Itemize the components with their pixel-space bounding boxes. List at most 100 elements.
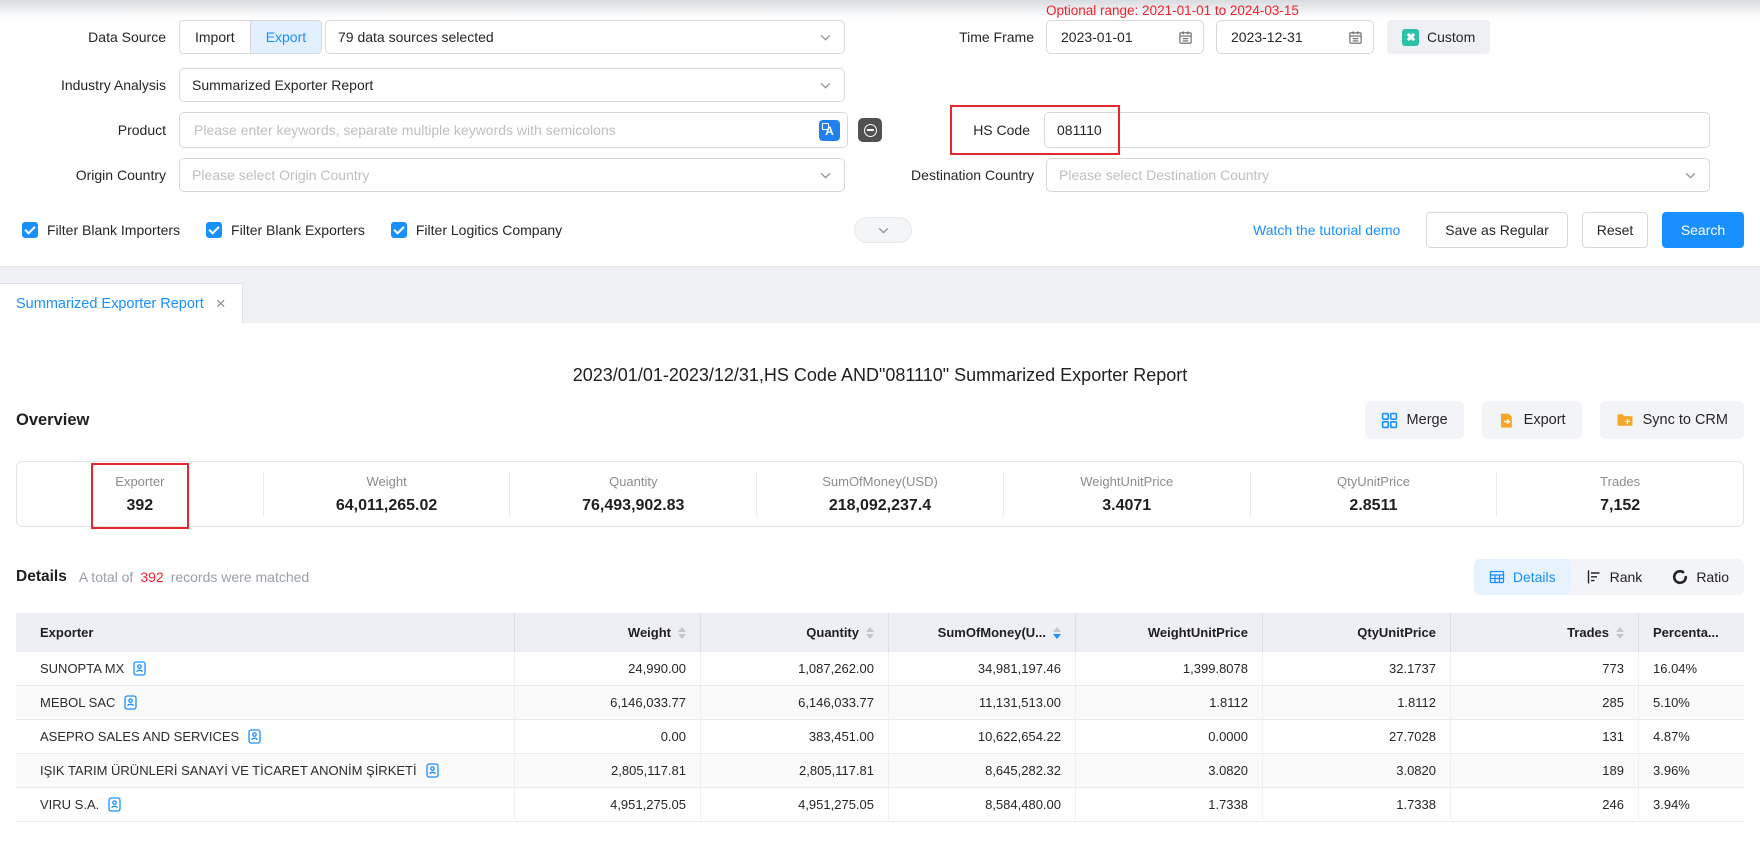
weight-cell: 24,990.00 bbox=[514, 652, 700, 685]
checkbox-filter-logitics-company[interactable]: Filter Logitics Company bbox=[391, 222, 562, 238]
time-frame-label: Time Frame bbox=[900, 20, 1034, 54]
end-date-value[interactable] bbox=[1229, 28, 1342, 46]
checkbox-label: Filter Logitics Company bbox=[416, 222, 562, 238]
column-header-quantity[interactable]: Quantity bbox=[700, 613, 888, 652]
column-header-weight[interactable]: Weight bbox=[514, 613, 700, 652]
overview-stats-card: Exporter 392 Weight 64,011,265.02 Quanti… bbox=[16, 461, 1744, 527]
view-ratio-button[interactable]: Ratio bbox=[1657, 559, 1744, 595]
column-header-trades[interactable]: Trades bbox=[1450, 613, 1638, 652]
tab-summarized-exporter-report[interactable]: Summarized Exporter Report × bbox=[0, 283, 243, 323]
expand-filters-button[interactable] bbox=[854, 217, 912, 243]
column-header-sum-of-money[interactable]: SumOfMoney(U... bbox=[888, 613, 1075, 652]
percentage-cell: 3.96% bbox=[1638, 754, 1744, 787]
data-sources-select[interactable]: 79 data sources selected bbox=[325, 20, 845, 54]
reset-button[interactable]: Reset bbox=[1582, 212, 1648, 248]
view-rank-button[interactable]: Rank bbox=[1571, 559, 1658, 595]
hs-code-label: HS Code bbox=[940, 112, 1030, 148]
match-summary-suffix: records were matched bbox=[171, 569, 310, 585]
import-toggle-button[interactable]: Import bbox=[180, 21, 250, 53]
sum-of-money-cell: 34,981,197.46 bbox=[888, 652, 1075, 685]
translate-icon[interactable]: A bbox=[819, 120, 840, 141]
exporter-cell: SUNOPTA MX bbox=[16, 652, 514, 685]
stat-label: Trades bbox=[1497, 474, 1743, 489]
quantity-cell: 2,805,117.81 bbox=[700, 754, 888, 787]
qty-unit-price-cell: 27.7028 bbox=[1262, 720, 1450, 753]
contact-card-icon[interactable] bbox=[248, 729, 261, 744]
destination-country-select[interactable]: Please select Destination Country bbox=[1046, 158, 1710, 192]
export-icon bbox=[1498, 412, 1515, 429]
table-row: ASEPRO SALES AND SERVICES 0.00 383,451.0… bbox=[16, 720, 1744, 754]
exporter-cell: ASEPRO SALES AND SERVICES bbox=[16, 720, 514, 753]
table-row: SUNOPTA MX 24,990.00 1,087,262.00 34,981… bbox=[16, 652, 1744, 686]
industry-analysis-value: Summarized Exporter Report bbox=[192, 77, 373, 93]
qty-unit-price-cell: 32.1737 bbox=[1262, 652, 1450, 685]
industry-analysis-label: Industry Analysis bbox=[0, 68, 166, 102]
weight-unit-price-cell: 1.7338 bbox=[1075, 788, 1262, 821]
industry-analysis-select[interactable]: Summarized Exporter Report bbox=[179, 68, 845, 102]
exporter-name-link[interactable]: MEBOL SAC bbox=[40, 695, 115, 710]
view-label: Rank bbox=[1610, 569, 1643, 585]
tutorial-demo-link[interactable]: Watch the tutorial demo bbox=[1253, 212, 1400, 248]
stat-trades: Trades 7,152 bbox=[1496, 472, 1743, 517]
overview-heading: Overview bbox=[16, 411, 89, 430]
sync-to-crm-button[interactable]: Sync to CRM bbox=[1600, 401, 1744, 439]
save-as-regular-button[interactable]: Save as Regular bbox=[1426, 212, 1568, 248]
product-input[interactable] bbox=[192, 121, 811, 139]
start-date-input[interactable] bbox=[1046, 20, 1204, 54]
stat-label: WeightUnitPrice bbox=[1004, 474, 1250, 489]
custom-range-button[interactable]: Custom bbox=[1387, 20, 1490, 54]
export-toggle-button[interactable]: Export bbox=[250, 21, 321, 53]
sort-icon[interactable] bbox=[678, 627, 686, 639]
percentage-cell: 4.87% bbox=[1638, 720, 1744, 753]
sort-icon[interactable] bbox=[866, 627, 874, 639]
end-date-input[interactable] bbox=[1216, 20, 1374, 54]
contact-card-icon[interactable] bbox=[108, 797, 121, 812]
weight-cell: 4,951,275.05 bbox=[514, 788, 700, 821]
hs-code-input[interactable] bbox=[1044, 112, 1710, 148]
merge-button[interactable]: Merge bbox=[1365, 401, 1464, 439]
top-gradient bbox=[0, 0, 1760, 18]
start-date-value[interactable] bbox=[1059, 28, 1172, 46]
match-count: 392 bbox=[140, 569, 163, 585]
chevron-down-icon bbox=[877, 224, 890, 237]
contact-card-icon[interactable] bbox=[133, 661, 146, 676]
qty-unit-price-cell: 1.7338 bbox=[1262, 788, 1450, 821]
chevron-down-icon bbox=[819, 169, 832, 182]
percentage-cell: 3.94% bbox=[1638, 788, 1744, 821]
search-button[interactable]: Search bbox=[1662, 212, 1744, 248]
exporter-name-link[interactable]: VIRU S.A. bbox=[40, 797, 99, 812]
export-label: Export bbox=[1524, 412, 1566, 428]
exporter-name-link[interactable]: ASEPRO SALES AND SERVICES bbox=[40, 729, 239, 744]
stat-label: Quantity bbox=[510, 474, 756, 489]
origin-country-select[interactable]: Please select Origin Country bbox=[179, 158, 845, 192]
checkbox-label: Filter Blank Importers bbox=[47, 222, 180, 238]
stat-sum-of-money: SumOfMoney(USD) 218,092,237.4 bbox=[756, 472, 1003, 517]
chevron-down-icon bbox=[819, 79, 832, 92]
quantity-cell: 6,146,033.77 bbox=[700, 686, 888, 719]
sort-icon[interactable] bbox=[1616, 627, 1624, 639]
close-icon[interactable]: × bbox=[216, 295, 226, 312]
contact-card-icon[interactable] bbox=[426, 763, 439, 778]
annotation-box-exporter-stat bbox=[91, 463, 189, 529]
origin-country-label: Origin Country bbox=[0, 158, 166, 192]
ratio-icon bbox=[1672, 569, 1688, 585]
exporter-name-link[interactable]: IŞIK TARIM ÜRÜNLERİ SANAYİ VE TİCARET AN… bbox=[40, 763, 417, 778]
checkbox-filter-blank-exporters[interactable]: Filter Blank Exporters bbox=[206, 222, 365, 238]
sort-icon-desc-active[interactable] bbox=[1053, 627, 1061, 639]
view-switcher: Details Rank Ratio bbox=[1474, 559, 1744, 595]
exporter-cell: MEBOL SAC bbox=[16, 686, 514, 719]
exclude-keywords-icon[interactable] bbox=[858, 118, 882, 142]
data-sources-value: 79 data sources selected bbox=[338, 29, 494, 45]
destination-country-placeholder: Please select Destination Country bbox=[1059, 167, 1269, 183]
export-button[interactable]: Export bbox=[1482, 401, 1582, 439]
stat-value: 64,011,265.02 bbox=[264, 497, 510, 515]
stat-weight: Weight 64,011,265.02 bbox=[263, 472, 510, 517]
stat-value: 2.8511 bbox=[1251, 497, 1497, 515]
stat-label: QtyUnitPrice bbox=[1251, 474, 1497, 489]
checkbox-filter-blank-importers[interactable]: Filter Blank Importers bbox=[22, 222, 180, 238]
checkbox-label: Filter Blank Exporters bbox=[231, 222, 365, 238]
exporter-name-link[interactable]: SUNOPTA MX bbox=[40, 661, 124, 676]
view-details-button[interactable]: Details bbox=[1474, 559, 1571, 595]
contact-card-icon[interactable] bbox=[124, 695, 137, 710]
stat-weight-unit-price: WeightUnitPrice 3.4071 bbox=[1003, 472, 1250, 517]
